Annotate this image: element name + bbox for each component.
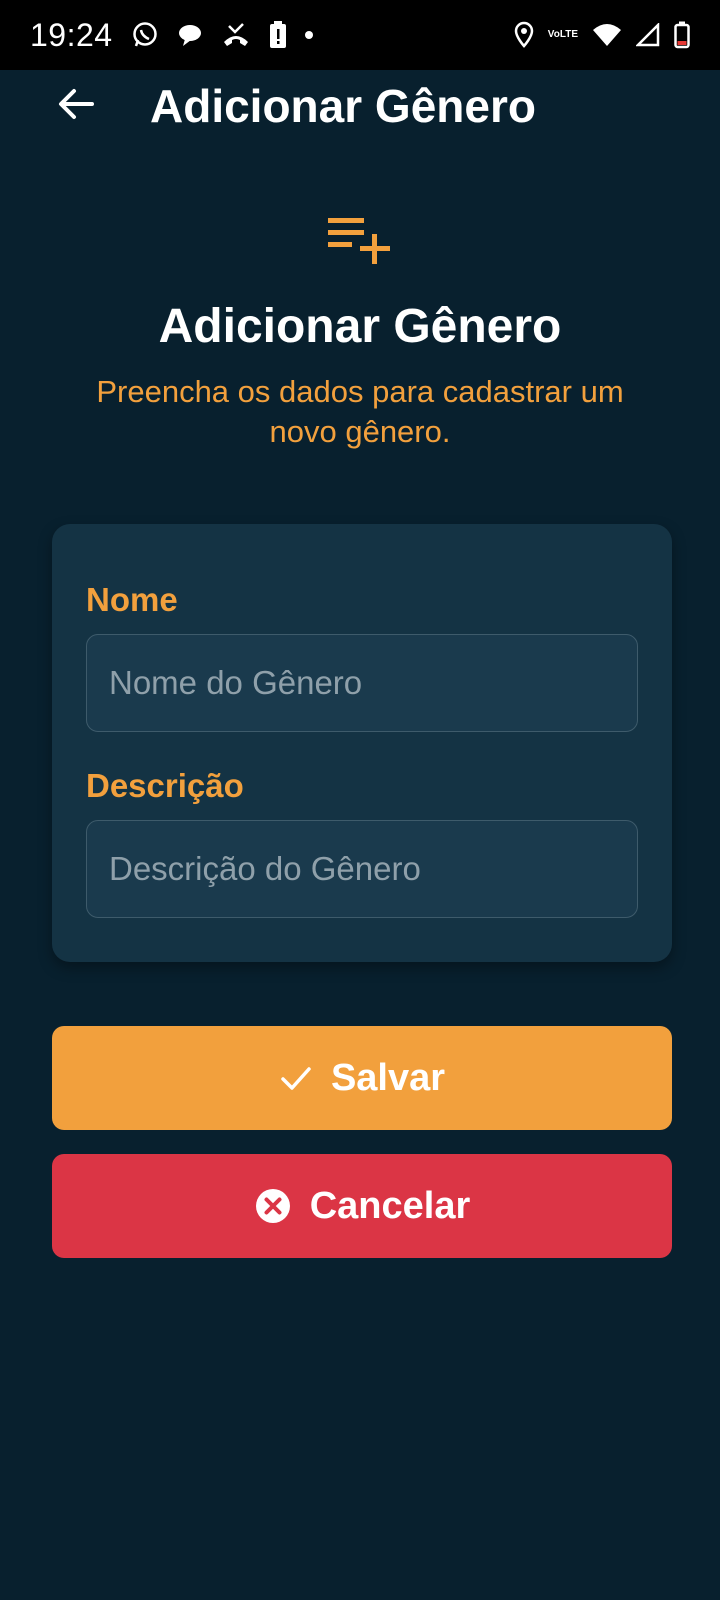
status-bar-right: Vo LTE bbox=[514, 21, 690, 49]
app-bar-title: Adicionar Gênero bbox=[150, 80, 536, 132]
arrow-left-icon bbox=[59, 89, 94, 119]
volte-bottom-label: LTE bbox=[559, 29, 578, 40]
volte-icon: Vo LTE bbox=[548, 30, 578, 40]
signal-icon bbox=[636, 23, 660, 47]
volte-top-label: Vo bbox=[547, 29, 560, 40]
save-button-label: Salvar bbox=[330, 1056, 446, 1099]
description-label: Descrição bbox=[86, 767, 244, 804]
battery-icon bbox=[674, 21, 690, 49]
check-icon bbox=[281, 1067, 311, 1090]
chat-bubble-icon bbox=[177, 22, 203, 48]
save-button[interactable]: Salvar bbox=[52, 1026, 672, 1130]
form-card: Nome Descrição bbox=[52, 524, 672, 962]
name-label: Nome bbox=[86, 581, 178, 618]
whatsapp-icon bbox=[131, 21, 159, 49]
cancel-button-label: Cancelar bbox=[309, 1184, 471, 1227]
notification-dot-icon bbox=[304, 31, 313, 39]
missed-call-icon bbox=[221, 22, 251, 48]
status-bar: 19:24 Vo LTE bbox=[0, 0, 720, 70]
playlist-add-icon bbox=[328, 218, 390, 264]
description-input[interactable] bbox=[86, 820, 638, 918]
page-subtitle: Preencha os dados para cadastrar um novo… bbox=[96, 374, 624, 449]
wifi-icon bbox=[592, 23, 622, 47]
page-title: Adicionar Gênero bbox=[158, 300, 562, 353]
location-icon bbox=[514, 21, 534, 49]
cancel-button[interactable]: Cancelar bbox=[52, 1154, 672, 1258]
cancel-circle-icon bbox=[255, 1189, 290, 1223]
back-button[interactable] bbox=[52, 80, 100, 128]
app-bar: Adicionar Gênero bbox=[0, 70, 720, 142]
battery-alert-icon bbox=[269, 21, 287, 49]
name-input[interactable] bbox=[86, 634, 638, 732]
status-bar-left: 19:24 bbox=[30, 17, 313, 54]
status-time: 19:24 bbox=[30, 16, 113, 53]
